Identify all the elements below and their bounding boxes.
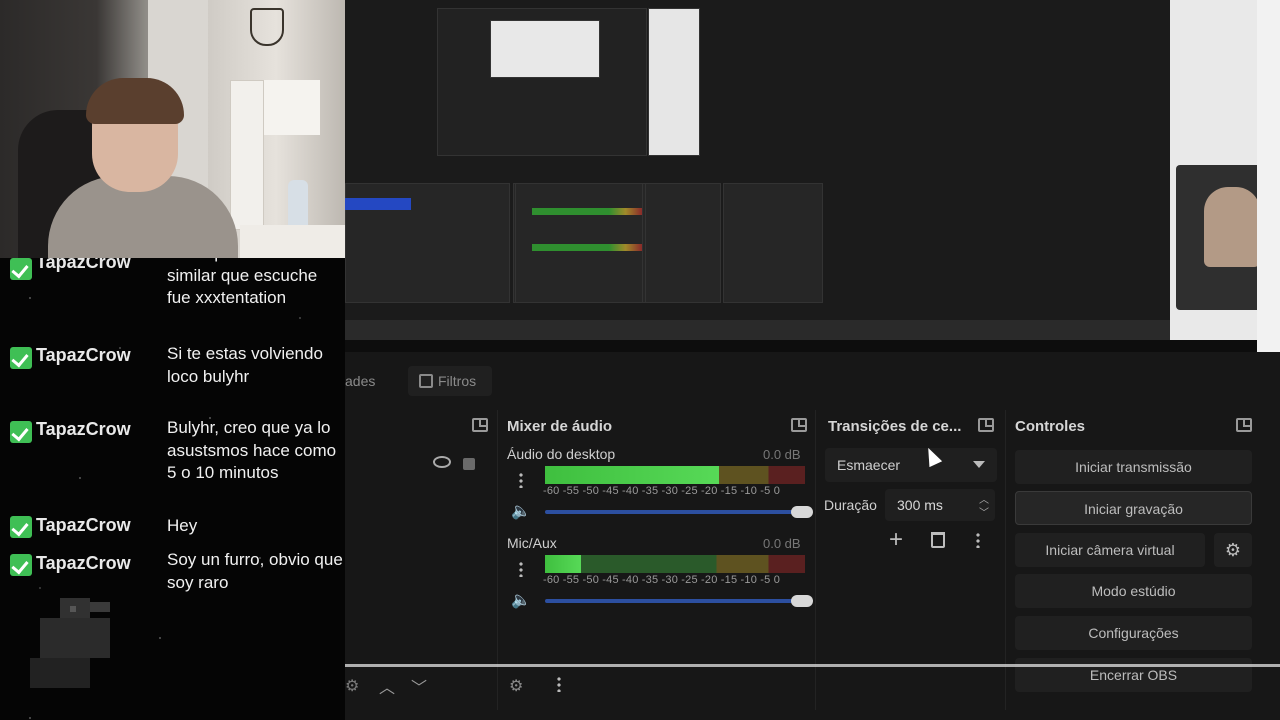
obs-window: ades Filtros ⚙ ︿ ﹀ Mixer de áudio Áudio … — [345, 0, 1280, 720]
settings-button[interactable]: Configurações — [1015, 616, 1252, 650]
fridge — [230, 80, 264, 230]
filters-icon — [419, 374, 433, 388]
verified-badge-icon — [10, 347, 32, 369]
chat-text: Hey — [167, 516, 198, 535]
chat-panel: TapazCrow Creo que lo más similar que es… — [0, 258, 345, 720]
desktop-audio-meter — [545, 466, 805, 484]
tab-properties[interactable]: ades — [345, 366, 385, 396]
desktop-audio-db: 0.0 dB — [763, 447, 801, 462]
webcam-feed — [0, 0, 345, 258]
chat-username: TapazCrow — [36, 515, 131, 535]
move-up-icon[interactable]: ︿ — [379, 674, 395, 698]
undock-transitions-icon[interactable] — [978, 418, 994, 432]
desktop-audio-label: Áudio do desktop — [507, 446, 616, 462]
chat-text: Creo que lo más similar que escuche fue … — [167, 258, 318, 307]
mic-aux-meter — [545, 555, 805, 573]
chat-text: Si te estas volviendo loco bulyhr — [167, 344, 323, 386]
virtual-camera-settings-gear-icon[interactable]: ⚙ — [1214, 533, 1252, 567]
verified-badge-icon — [10, 554, 32, 576]
transitions-title: Transições de ce... — [828, 418, 962, 435]
mic-aux-scale: -60 -55 -50 -45 -40 -35 -30 -25 -20 -15 … — [543, 574, 781, 586]
desktop-audio-volume-slider[interactable] — [545, 506, 813, 518]
mixer-menu-icon[interactable] — [557, 676, 561, 692]
desktop-audio-scale: -60 -55 -50 -45 -40 -35 -30 -25 -20 -15 … — [543, 485, 781, 497]
chat-username: TapazCrow — [36, 553, 131, 573]
lock-icon[interactable] — [463, 458, 475, 470]
transition-selected: Esmaecer — [837, 457, 901, 473]
studio-mode-button[interactable]: Modo estúdio — [1015, 574, 1252, 608]
overlay-divider-line — [345, 664, 1280, 667]
duration-spinbox[interactable]: 300 ms ︿ ﹀ — [885, 489, 995, 521]
start-recording-button[interactable]: Iniciar gravação — [1015, 491, 1252, 525]
call-participant — [1204, 187, 1260, 267]
duration-value: 300 ms — [897, 497, 943, 513]
chat-username: TapazCrow — [36, 258, 131, 272]
nested-browser — [648, 8, 700, 156]
verified-badge-icon — [10, 421, 32, 443]
visibility-eye-icon[interactable] — [433, 456, 451, 468]
undock-sources-icon[interactable] — [472, 418, 488, 432]
nested-controls-panel — [723, 183, 823, 303]
nested-selected-scene — [345, 198, 411, 210]
table — [240, 225, 345, 258]
mic-aux-volume-slider[interactable] — [545, 595, 813, 607]
capture-edge — [1257, 0, 1280, 352]
undock-controls-icon[interactable] — [1236, 418, 1252, 432]
trash-icon[interactable] — [931, 532, 945, 548]
verified-badge-icon — [10, 516, 32, 538]
streamer-hair — [86, 78, 184, 124]
chat-username: TapazCrow — [36, 345, 131, 365]
nested-taskbar — [345, 320, 1170, 340]
mixer-settings-icon[interactable]: ⚙ — [509, 676, 523, 696]
nested-meter — [532, 244, 642, 251]
chevron-down-icon — [973, 461, 985, 468]
verified-badge-icon — [10, 258, 32, 280]
mic-aux-meter-fill — [545, 555, 582, 573]
transition-select[interactable]: Esmaecer — [825, 448, 997, 482]
filters-label: Filtros — [438, 373, 477, 389]
mic-aux-volume-knob[interactable] — [791, 595, 813, 607]
mic-aux-label: Mic/Aux — [507, 535, 557, 551]
add-transition-icon[interactable]: + — [889, 526, 903, 554]
start-streaming-button[interactable]: Iniciar transmissão — [1015, 450, 1252, 484]
transition-menu-icon[interactable] — [976, 532, 980, 548]
start-virtual-camera-button[interactable]: Iniciar câmera virtual — [1015, 533, 1205, 567]
nested-preview-inner — [490, 20, 600, 78]
spin-down-icon[interactable]: ﹀ — [979, 504, 989, 519]
sources-toolbar-settings-icon[interactable]: ⚙ — [345, 676, 359, 696]
chat-text: Soy un furro, obvio que soy raro — [167, 550, 343, 592]
undock-mixer-icon[interactable] — [791, 418, 807, 432]
chat-text: Bulyhr, creo que ya lo asustsmos hace co… — [167, 418, 337, 482]
nested-meter — [532, 208, 642, 215]
controls-title: Controles — [1015, 418, 1086, 435]
mixer-title: Mixer de áudio — [507, 418, 613, 435]
desktop-audio-menu-icon[interactable] — [519, 472, 523, 488]
nested-transitions-panel — [645, 183, 721, 303]
mic-aux-menu-icon[interactable] — [519, 561, 523, 577]
nested-obs-capture — [345, 0, 1170, 340]
pendant-lamp — [250, 8, 284, 46]
obs-preview-canvas[interactable] — [345, 0, 1280, 352]
nested-mixer-panel — [515, 183, 643, 303]
desktop-audio-speaker-icon[interactable]: 🔈 — [511, 501, 531, 521]
move-down-icon[interactable]: ﹀ — [411, 674, 427, 698]
desktop-audio-volume-knob[interactable] — [791, 506, 813, 518]
chat-username: TapazCrow — [36, 419, 131, 439]
duration-label: Duração — [824, 497, 877, 513]
mic-aux-speaker-icon[interactable]: 🔈 — [511, 590, 531, 610]
desktop-audio-meter-fill — [545, 466, 720, 484]
pixel-crow-icon — [30, 598, 110, 688]
mic-aux-db: 0.0 dB — [763, 536, 801, 551]
